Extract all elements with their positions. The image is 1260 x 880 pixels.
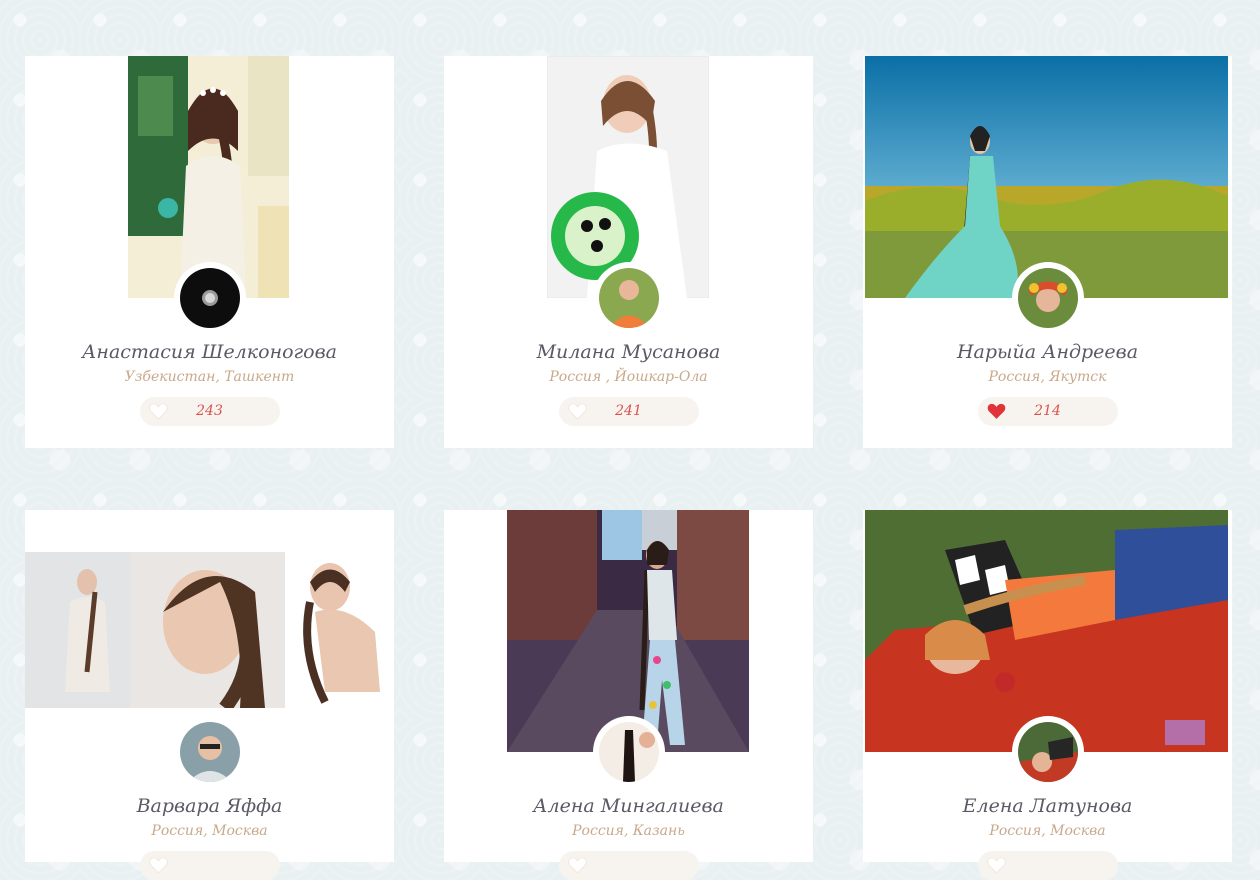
avatar[interactable] [1017,268,1078,328]
profile-card[interactable]: Елена Латунова Россия, Москва [863,510,1232,880]
avatar[interactable] [179,268,240,328]
profile-name[interactable]: Милана Мусанова [444,341,813,363]
profile-card[interactable]: Анастасия Шелконогова Узбекистан, Ташкен… [25,56,394,448]
profile-card[interactable]: Алена Мингалиева Россия, Казань [444,510,813,880]
heart-icon [148,857,168,874]
profile-photo[interactable] [25,552,394,708]
like-count: 243 [196,403,223,419]
avatar[interactable] [1017,722,1078,782]
like-button[interactable] [977,851,1118,880]
like-button[interactable] [139,851,280,880]
profile-location: Россия, Казань [572,823,685,839]
profile-name[interactable]: Алена Мингалиева [444,795,813,817]
like-button[interactable]: 214 [977,397,1118,426]
avatar[interactable] [179,722,240,782]
profile-location: Россия, Москва [151,823,268,839]
profile-location: Россия, Якутск [988,369,1107,385]
like-count: 214 [1034,403,1061,419]
heart-icon [567,857,587,874]
profile-name[interactable]: Анастасия Шелконогова [25,341,394,363]
profile-name[interactable]: Нарыйа Андреева [863,341,1232,363]
profile-location: Россия, Москва [989,823,1106,839]
profile-card[interactable]: Нарыйа Андреева Россия, Якутск 214 [863,56,1232,448]
profile-location: Узбекистан, Ташкент [124,369,295,385]
like-button[interactable]: 241 [558,397,699,426]
profile-location: Россия , Йошкар-Ола [549,369,708,385]
profile-card[interactable]: Варвара Яффа Россия, Москва [25,510,394,880]
like-button[interactable]: 243 [139,397,280,426]
like-count: 241 [615,403,642,419]
heart-icon [986,857,1006,874]
profile-name[interactable]: Елена Латунова [863,795,1232,817]
avatar[interactable] [598,722,659,782]
avatar[interactable] [598,268,659,328]
profile-name[interactable]: Варвара Яффа [25,795,394,817]
like-button[interactable] [558,851,699,880]
profile-card[interactable]: Милана Мусанова Россия , Йошкар-Ола 241 [444,56,813,448]
